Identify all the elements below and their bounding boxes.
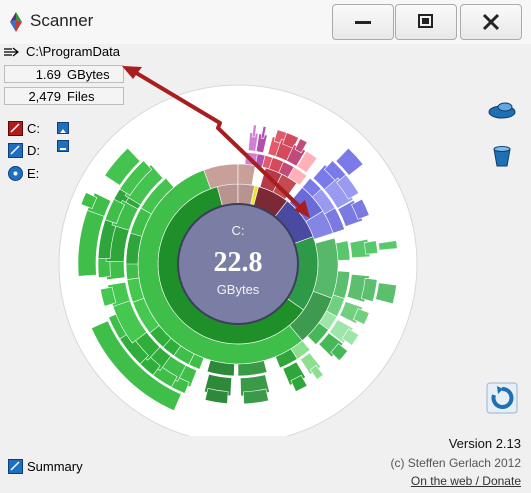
center-unit: GBytes [217,282,260,297]
close-icon [482,13,500,31]
summary-icon [8,459,23,474]
zoom-out-button[interactable] [486,92,518,124]
close-button[interactable] [460,4,522,40]
center-size: 22.8 [214,247,263,278]
path-arrow-icon[interactable] [4,47,22,57]
current-path: C:\ProgramData [26,44,120,59]
copyright-label: (c) Steffen Gerlach 2012 [390,456,521,470]
web-donate-link[interactable]: On the web / Donate [411,474,521,488]
drive-c-icon [8,121,23,136]
drive-c-label: C: [27,121,40,136]
minimize-button[interactable] [332,4,394,40]
disc-drive-icon [8,166,23,181]
scanner-app-icon [10,12,22,32]
drive-e-label: E: [27,166,40,181]
minimize-icon [355,21,371,24]
recycle-bin-button[interactable] [486,140,518,172]
summary-label: Summary [27,459,83,474]
sunburst-segment[interactable] [335,240,351,261]
title-bar: Scanner [0,0,531,44]
sunburst-segment[interactable] [244,151,258,166]
version-label: Version 2.13 [448,436,521,451]
center-drive-label: C: [232,223,245,238]
maximize-button[interactable] [395,4,457,40]
files-value: 2,479 [28,89,61,104]
drive-d-icon [8,143,23,158]
refresh-button[interactable] [486,382,518,414]
drive-d-label: D: [27,143,40,158]
maximize-icon [418,14,433,28]
window-title: Scanner [30,11,94,30]
sunburst-chart[interactable]: C: 22.8 GBytes [58,70,424,436]
sunburst-segment[interactable] [363,240,378,255]
